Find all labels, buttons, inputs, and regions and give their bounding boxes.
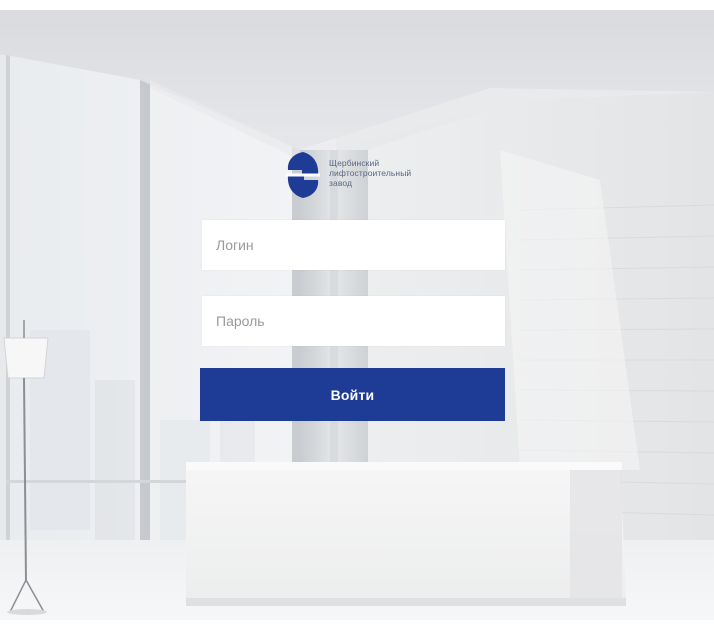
login-input[interactable] (202, 220, 505, 270)
company-logo-icon (286, 152, 320, 198)
login-page: Щербинский лифтостроительный завод Войти (0, 0, 714, 632)
company-name-line-1: Щербинский (329, 158, 380, 168)
password-input[interactable] (202, 296, 505, 346)
company-name-line-2: лифтостроительный (329, 168, 412, 178)
company-name-line-3: завод (329, 178, 353, 188)
company-logo: Щербинский лифтостроительный завод (284, 150, 411, 200)
company-name: Щербинский лифтостроительный завод (329, 158, 411, 188)
login-button[interactable]: Войти (200, 368, 505, 421)
